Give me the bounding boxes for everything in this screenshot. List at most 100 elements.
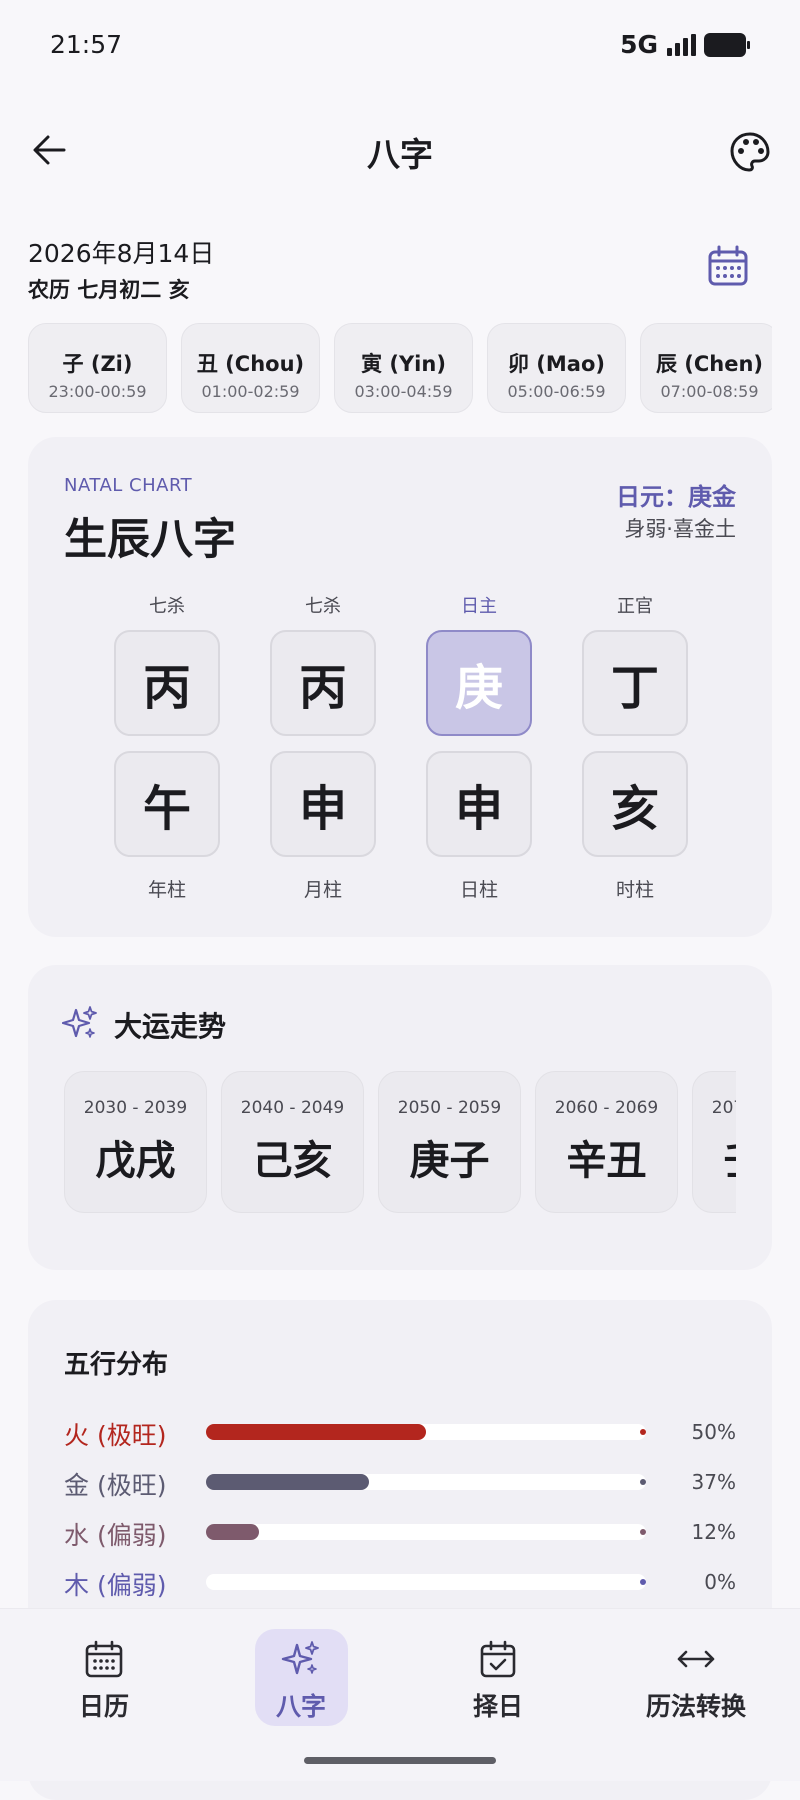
luck-years: 2070 - 2079 — [711, 1098, 736, 1118]
pillar-label: 年柱 — [147, 879, 186, 901]
luck-period-list[interactable]: 2030 - 2039 戊戌 2040 - 2049 己亥 2050 - 205… — [64, 1071, 736, 1217]
luck-period[interactable]: 2030 - 2039 戊戌 — [64, 1071, 207, 1213]
luck-period[interactable]: 2040 - 2049 己亥 — [221, 1071, 364, 1213]
hour-chip-range: 05:00-06:59 — [507, 382, 606, 401]
nav-item-calendar[interactable]: 日历 — [24, 1639, 184, 1723]
element-bar-fill — [206, 1474, 369, 1490]
luck-period[interactable]: 2050 - 2059 庚子 — [378, 1071, 521, 1213]
hour-chip-name: 卯 (Mao) — [507, 352, 605, 376]
pillar-shishen: 七杀 — [149, 596, 185, 617]
nav-label: 历法转换 — [645, 1692, 746, 1721]
palette-icon[interactable] — [728, 130, 772, 174]
calendar-icon[interactable] — [706, 244, 750, 288]
signal-icon — [667, 33, 696, 56]
element-bar-water — [206, 1524, 646, 1540]
luck-pillar: 辛丑 — [566, 1138, 647, 1184]
nav-item-bazi[interactable]: 八字 — [221, 1639, 381, 1723]
natal-chart-card: NATAL CHART 生辰八字 日元：庚金 身弱·喜金土 七杀 七杀 日主 正… — [28, 437, 772, 937]
day-master: 日元：庚金 — [616, 483, 736, 511]
nav-label: 择日 — [472, 1692, 523, 1721]
element-percent-wood: 0% — [704, 1570, 736, 1594]
gregorian-date: 2026年8月14日 — [28, 239, 215, 268]
luck-years: 2040 - 2049 — [240, 1098, 345, 1118]
pillar-shishen: 正官 — [617, 596, 653, 617]
hour-chip-mao[interactable]: 卯 (Mao) 05:00-06:59 — [487, 323, 626, 413]
luck-pillar: 壬寅 — [693, 1128, 737, 1186]
calendar-icon — [85, 1640, 123, 1678]
year-branch[interactable]: 午 — [114, 751, 220, 857]
natal-chart-label: NATAL CHART — [64, 475, 193, 496]
hour-chip-range: 23:00-00:59 — [48, 382, 147, 401]
luck-period[interactable]: 2070 - 2079 壬寅 — [692, 1071, 736, 1213]
element-percent-metal: 37% — [691, 1470, 736, 1494]
calendar-check-icon — [480, 1640, 516, 1678]
pillar-label: 月柱 — [303, 879, 342, 901]
hour-chip-chou[interactable]: 丑 (Chou) 01:00-02:59 — [181, 323, 320, 413]
element-bar-wood — [206, 1574, 646, 1590]
luck-cycles-card: 大运走势 2030 - 2039 戊戌 2040 - 2049 己亥 2050 … — [28, 965, 772, 1270]
luck-pillar: 己亥 — [252, 1138, 333, 1184]
nav-item-convert[interactable]: 历法转换 — [616, 1639, 776, 1723]
element-bar-metal — [206, 1474, 646, 1490]
luck-years: 2030 - 2039 — [83, 1098, 188, 1118]
home-indicator[interactable] — [304, 1757, 496, 1764]
day-master-strength: 身弱·喜金土 — [624, 517, 736, 541]
nav-item-date-select[interactable]: 择日 — [418, 1639, 578, 1723]
hour-chip-name: 寅 (Yin) — [361, 352, 446, 376]
element-label-wood: 木 (偏弱) — [64, 1571, 167, 1600]
nav-label: 日历 — [78, 1692, 129, 1721]
year-stem[interactable]: 丙 — [114, 630, 220, 736]
element-label-metal: 金 (极旺) — [64, 1471, 167, 1500]
sparkle-icon — [281, 1641, 319, 1675]
luck-period[interactable]: 2060 - 2069 辛丑 — [535, 1071, 678, 1213]
hour-chip-chen[interactable]: 辰 (Chen) 07:00-08:59 — [640, 323, 772, 413]
status-icons: 5G — [620, 30, 750, 59]
element-bar-end-dot — [640, 1429, 646, 1435]
luck-years: 2050 - 2059 — [397, 1098, 502, 1118]
element-label-water: 水 (偏弱) — [64, 1521, 167, 1550]
nav-label: 八字 — [275, 1692, 326, 1721]
element-bar-end-dot — [640, 1579, 646, 1585]
luck-title: 大运走势 — [114, 1010, 227, 1043]
sparkle-icon — [62, 1006, 97, 1038]
element-percent-fire: 50% — [691, 1420, 736, 1444]
hour-chip-range: 03:00-04:59 — [354, 382, 453, 401]
hour-chip-name: 辰 (Chen) — [655, 352, 764, 376]
hour-branch[interactable]: 亥 — [582, 751, 688, 857]
element-bar-end-dot — [640, 1529, 646, 1535]
luck-pillar: 庚子 — [409, 1138, 490, 1184]
pillar-shishen: 日主 — [461, 596, 497, 617]
hour-stem[interactable]: 丁 — [582, 630, 688, 736]
luck-pillar: 戊戌 — [95, 1138, 176, 1184]
hour-chip-zi[interactable]: 子 (Zi) 23:00-00:59 — [28, 323, 167, 413]
hour-selector[interactable]: 子 (Zi) 23:00-00:59 丑 (Chou) 01:00-02:59 … — [28, 323, 772, 415]
five-elements-title: 五行分布 — [64, 1350, 169, 1380]
luck-years: 2060 - 2069 — [554, 1098, 659, 1118]
element-label-fire: 火 (极旺) — [64, 1421, 167, 1450]
element-bar-end-dot — [640, 1479, 646, 1485]
pillar-label: 日柱 — [459, 879, 498, 901]
month-stem[interactable]: 丙 — [270, 630, 376, 736]
day-branch[interactable]: 申 — [426, 751, 532, 857]
element-bar-fire — [206, 1424, 646, 1440]
element-bar-fill — [206, 1424, 426, 1440]
bottom-navigation: 日历 八字 择日 历法转换 — [0, 1608, 800, 1781]
hour-chip-range: 07:00-08:59 — [660, 382, 759, 401]
status-time: 21:57 — [50, 30, 123, 59]
hour-chip-name: 丑 (Chou) — [196, 352, 305, 376]
hour-chip-range: 01:00-02:59 — [201, 382, 300, 401]
month-branch[interactable]: 申 — [270, 751, 376, 857]
hour-chip-name: 子 (Zi) — [62, 352, 133, 376]
hour-chip-yin[interactable]: 寅 (Yin) 03:00-04:59 — [334, 323, 473, 413]
day-stem[interactable]: 庚 — [426, 630, 532, 736]
natal-chart-title: 生辰八字 — [64, 515, 236, 565]
element-bar-fill — [206, 1524, 259, 1540]
swap-arrows-icon — [677, 1650, 715, 1668]
lunar-date: 农历 七月初二 亥 — [28, 278, 190, 302]
network-label: 5G — [620, 30, 658, 59]
page-title: 八字 — [367, 135, 433, 174]
battery-icon — [704, 32, 750, 57]
element-percent-water: 12% — [691, 1520, 736, 1544]
pillar-shishen: 七杀 — [305, 596, 341, 617]
pillar-label: 时柱 — [615, 879, 654, 901]
